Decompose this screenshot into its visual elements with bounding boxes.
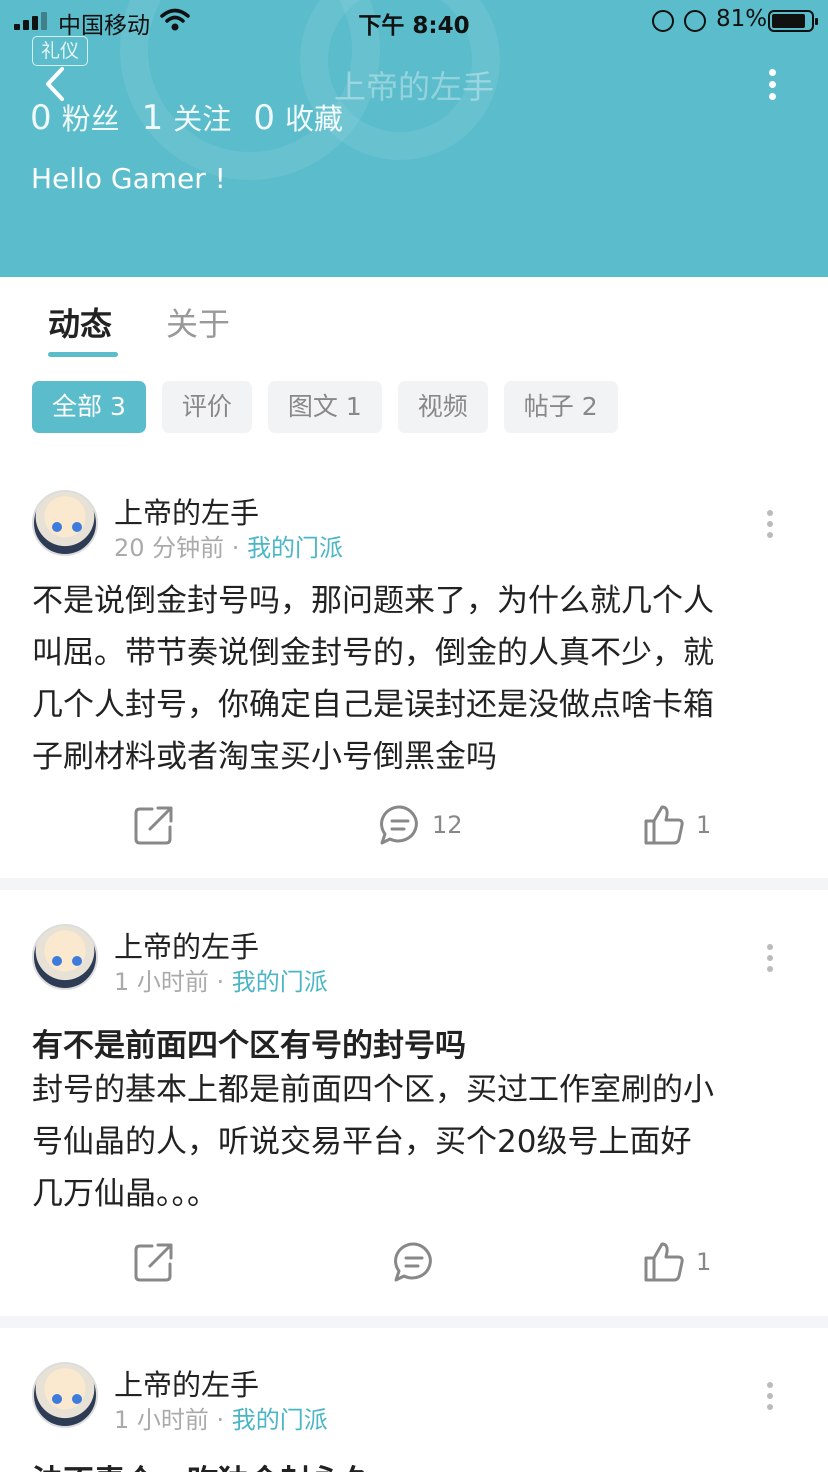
like-icon (644, 805, 684, 845)
favorites-stat[interactable]: 0 收藏 (253, 96, 343, 138)
post-meta: 1 小时前 · 我的门派 (114, 1406, 328, 1434)
comment-button[interactable] (392, 1240, 436, 1284)
like-button[interactable]: 1 (642, 1240, 711, 1284)
share-icon (134, 1243, 173, 1282)
profile-stats: 0 粉丝 1 关注 0 收藏 (30, 96, 343, 138)
post-group-link[interactable]: 我的门派 (247, 534, 343, 562)
post-card[interactable]: 上帝的左手 1 小时前 · 我的门派 法不责众，昨独金封永久 (0, 1328, 828, 1472)
like-button[interactable]: 1 (642, 803, 711, 847)
avatar[interactable] (32, 924, 98, 990)
share-button[interactable] (132, 803, 176, 847)
post-actions: 12 1 (0, 803, 828, 853)
filter-chips: 全部 3 评价 图文 1 视频 帖子 2 (32, 381, 618, 433)
post-body: 封号的基本上都是前面四个区，买过工作室刷的小 号仙晶的人，听说交易平台，买个20… (32, 1072, 714, 1212)
like-count: 1 (696, 1248, 712, 1276)
post-author[interactable]: 上帝的左手 (114, 924, 259, 966)
post-title: 有不是前面四个区有号的封号吗 (32, 1028, 466, 1064)
profile-bio: Hello Gamer ! (31, 162, 226, 195)
post-menu-button[interactable] (760, 510, 780, 540)
post-divider (0, 878, 828, 890)
profile-header: 中国移动 下午 8:40 81% 礼仪 上帝的左手 0 粉丝 1 关注 0 收藏 He… (0, 0, 828, 277)
filter-all[interactable]: 全部 3 (32, 381, 146, 433)
more-vertical-icon (760, 510, 780, 538)
filter-posts[interactable]: 帖子 2 (503, 381, 618, 433)
post-time: 1 小时前 (114, 1406, 209, 1434)
more-options-button[interactable] (752, 66, 792, 102)
post-divider (0, 1316, 828, 1328)
post-menu-button[interactable] (760, 944, 780, 974)
post-author[interactable]: 上帝的左手 (114, 490, 259, 532)
post-author[interactable]: 上帝的左手 (114, 1362, 259, 1404)
avatar[interactable] (32, 490, 98, 556)
more-vertical-icon (760, 1382, 780, 1410)
more-vertical-icon (752, 69, 792, 100)
comment-button[interactable]: 12 (378, 803, 463, 847)
more-vertical-icon (760, 944, 780, 972)
post-actions: 1 (0, 1240, 828, 1290)
like-count: 1 (696, 811, 712, 839)
comment-icon (380, 805, 418, 845)
post-body: 不是说倒金封号吗，那问题来了，为什么就几个人 叫屈。带节奏说倒金封号的，倒金的人… (32, 583, 714, 775)
post-time: 20 分钟前 (114, 534, 225, 562)
post-group-link[interactable]: 我的门派 (232, 1406, 328, 1434)
battery-icon (768, 10, 818, 32)
filter-image-text[interactable]: 图文 1 (267, 381, 382, 433)
post-meta: 1 小时前 · 我的门派 (114, 968, 328, 996)
following-stat[interactable]: 1 关注 (142, 96, 232, 138)
post-menu-button[interactable] (760, 1382, 780, 1412)
rotation-lock-icon (652, 10, 674, 32)
post-time: 1 小时前 (114, 968, 209, 996)
tab-about[interactable]: 关于 (166, 299, 230, 345)
active-tab-indicator (48, 352, 118, 357)
post-meta: 20 分钟前 · 我的门派 (114, 534, 344, 562)
battery-percent: 81% (716, 6, 768, 32)
filter-reviews[interactable]: 评价 (161, 381, 252, 433)
share-button[interactable] (132, 1240, 176, 1284)
post-card[interactable]: 上帝的左手 20 分钟前 · 我的门派 不是说倒金封号吗，那问题来了，为什么就几… (0, 470, 828, 878)
share-icon (134, 806, 173, 845)
post-group-link[interactable]: 我的门派 (232, 968, 328, 996)
followers-stat[interactable]: 0 粉丝 (30, 96, 120, 138)
filter-videos[interactable]: 视频 (397, 381, 488, 433)
comment-icon (394, 1242, 432, 1282)
post-card[interactable]: 上帝的左手 1 小时前 · 我的门派 有不是前面四个区有号的封号吗 封号的基本上… (0, 890, 828, 1316)
post-title: 法不责众，昨独金封永久 (32, 1456, 798, 1472)
comment-count: 12 (432, 811, 463, 839)
status-bar: 中国移动 下午 8:40 81% (0, 0, 828, 42)
avatar[interactable] (32, 1362, 98, 1428)
tab-activity[interactable]: 动态 (48, 299, 112, 345)
profile-tabs: 动态 关于 (0, 277, 828, 363)
alarm-icon (684, 10, 706, 32)
like-icon (644, 1242, 684, 1282)
